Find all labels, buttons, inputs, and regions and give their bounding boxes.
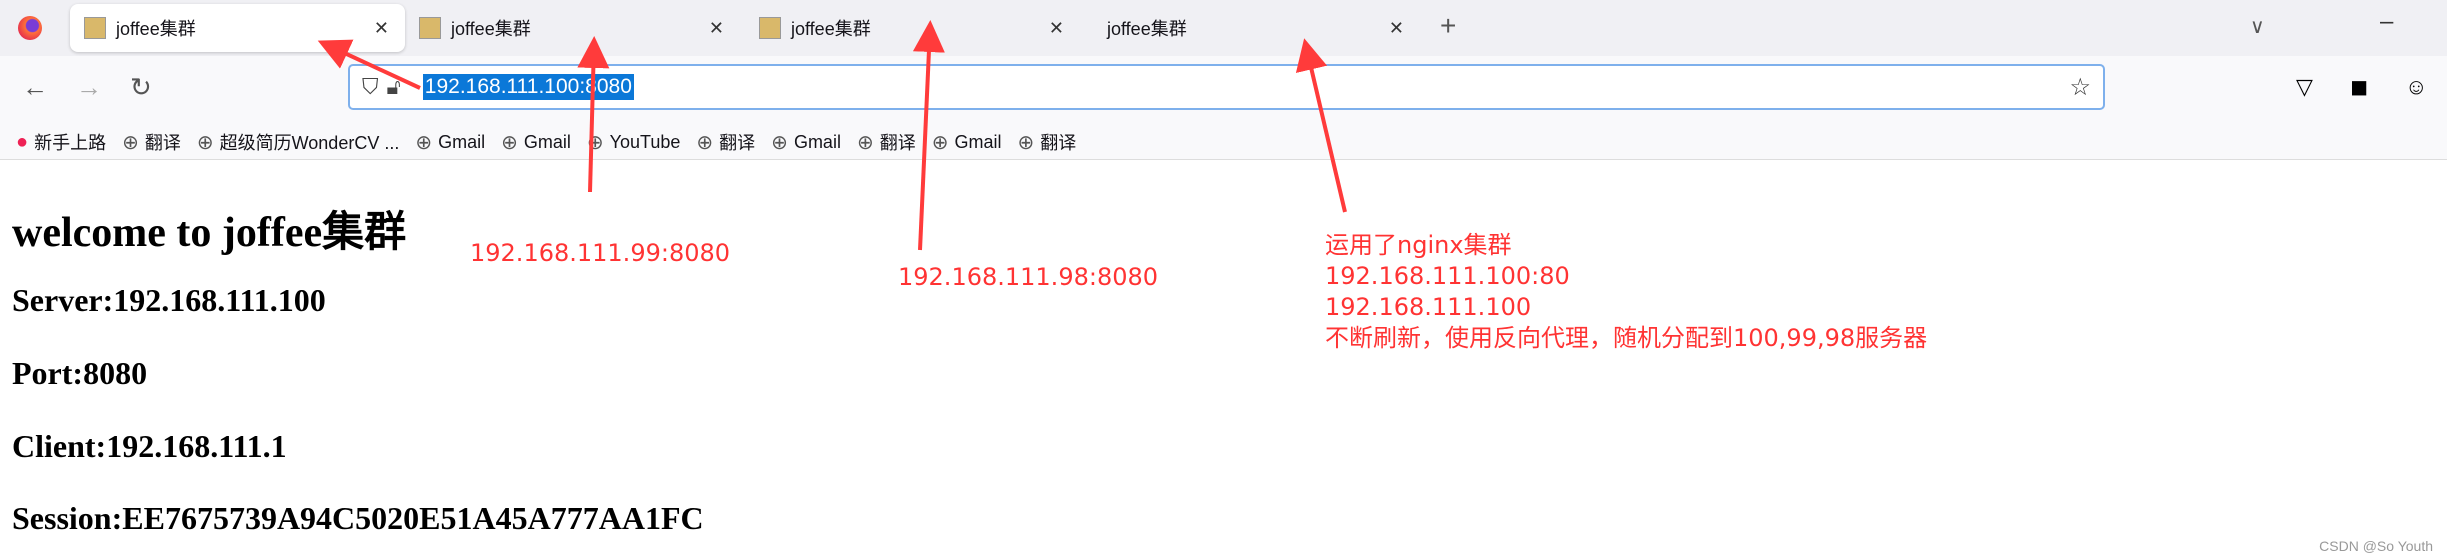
arrow xyxy=(317,39,421,90)
arrow xyxy=(577,36,610,193)
arrow xyxy=(912,20,945,251)
annotation-arrows xyxy=(317,20,1347,251)
watermark: CSDN @So Youth xyxy=(2319,538,2433,554)
arrow xyxy=(1295,38,1347,213)
